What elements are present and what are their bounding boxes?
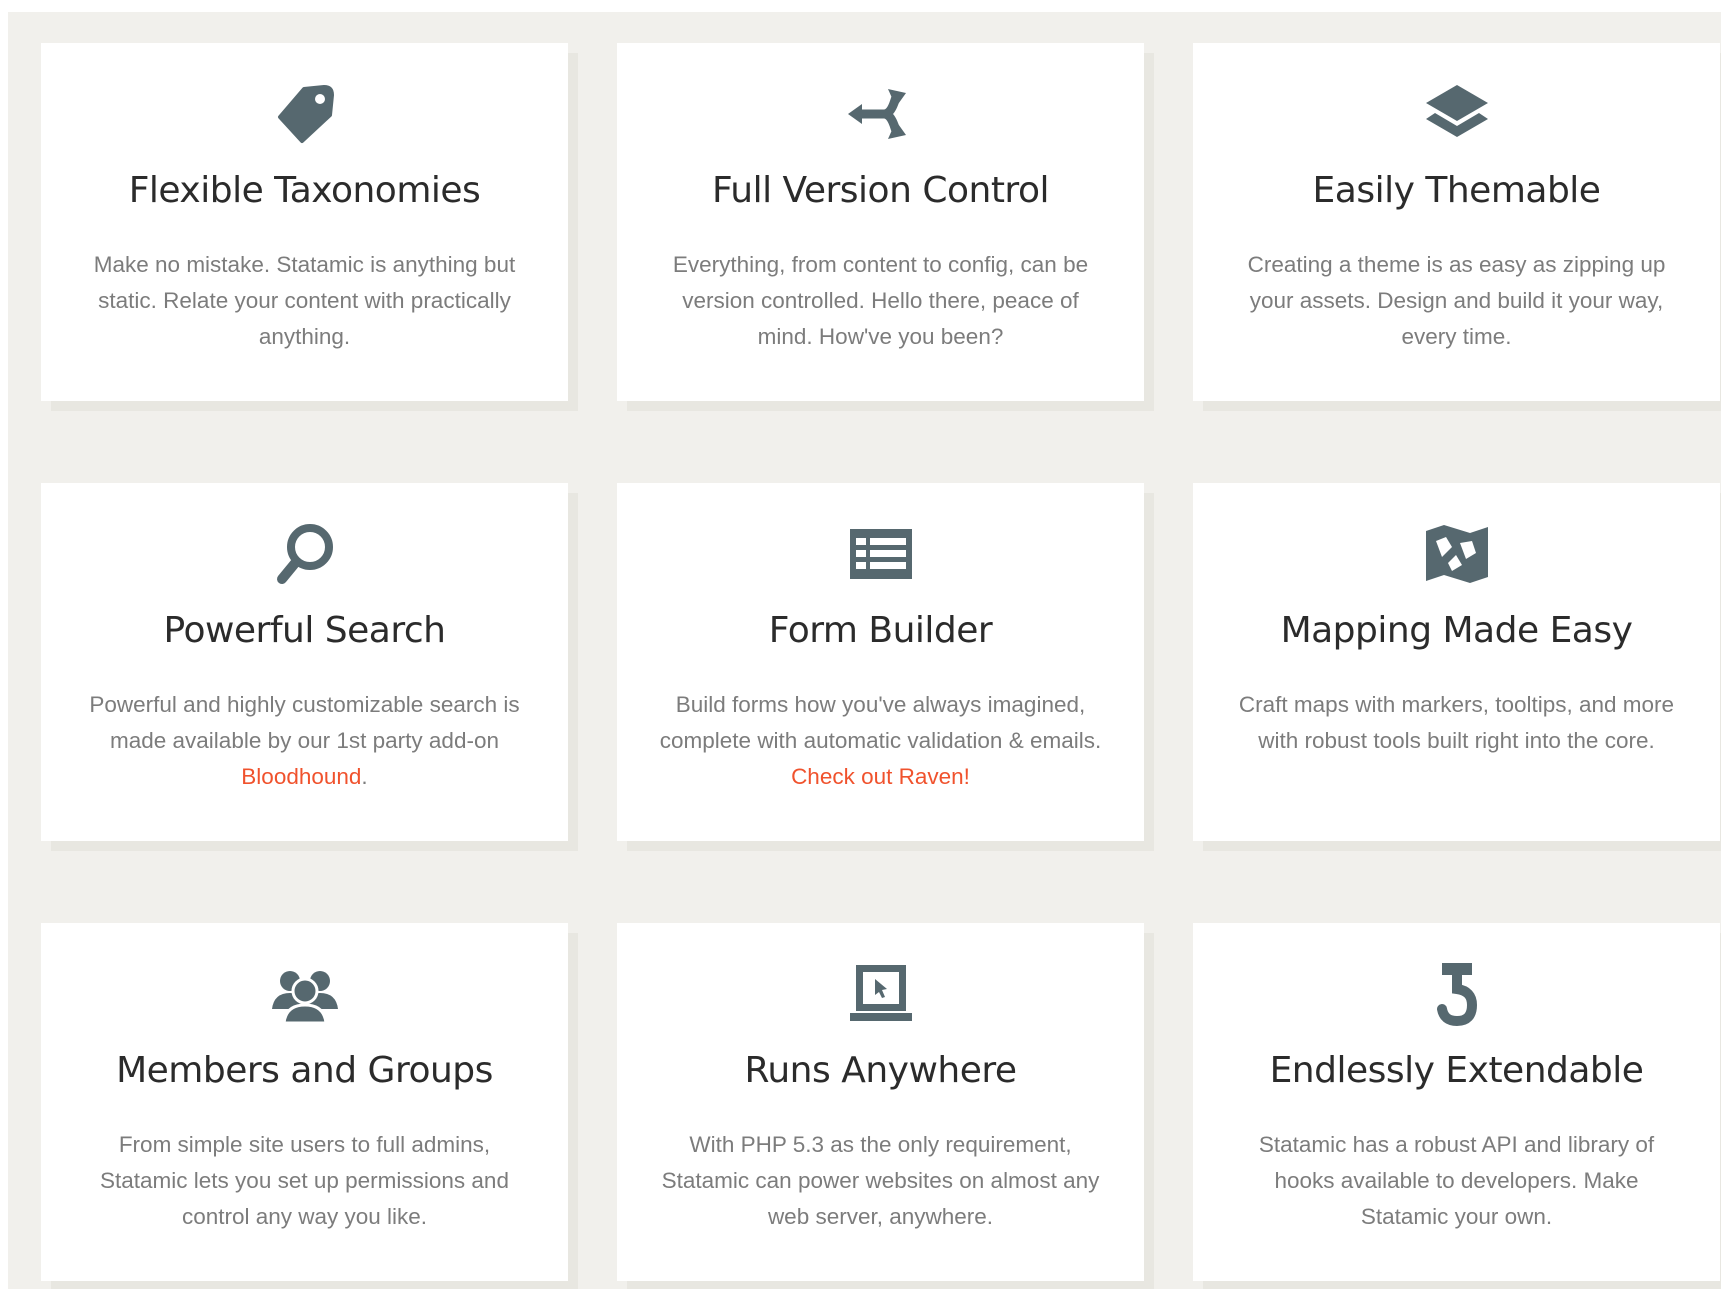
laptop-icon bbox=[846, 959, 916, 1029]
feature-description: Powerful and highly customizable search … bbox=[81, 687, 528, 795]
description-text: Powerful and highly customizable search … bbox=[89, 692, 520, 753]
feature-card-easily-themable: Easily Themable Creating a theme is as e… bbox=[1193, 43, 1720, 401]
users-icon bbox=[270, 959, 340, 1029]
feature-title: Endlessly Extendable bbox=[1269, 1050, 1644, 1091]
check-out-raven-link[interactable]: Check out Raven! bbox=[791, 764, 970, 789]
feature-description: Craft maps with markers, tooltips, and m… bbox=[1238, 692, 1675, 753]
form-table-icon bbox=[846, 519, 916, 589]
feature-title: Runs Anywhere bbox=[744, 1050, 1017, 1091]
tag-icon bbox=[270, 79, 340, 149]
hook-icon bbox=[1422, 959, 1492, 1029]
map-icon bbox=[1422, 519, 1492, 589]
feature-card-flexible-taxonomies: Flexible Taxonomies Make no mistake. Sta… bbox=[41, 43, 568, 401]
feature-description: Everything, from content to config, can … bbox=[672, 252, 1089, 349]
feature-description: From simple site users to full admins, S… bbox=[100, 1132, 509, 1229]
feature-title: Easily Themable bbox=[1312, 170, 1601, 211]
feature-card-members-and-groups: Members and Groups From simple site user… bbox=[41, 923, 568, 1281]
feature-title: Flexible Taxonomies bbox=[128, 170, 481, 211]
feature-description: Statamic has a robust API and library of… bbox=[1258, 1132, 1655, 1229]
feature-description: Build forms how you've always imagined, … bbox=[657, 687, 1104, 795]
feature-card-endlessly-extendable: Endlessly Extendable Statamic has a robu… bbox=[1193, 923, 1720, 1281]
feature-card-powerful-search: Powerful Search Powerful and highly cust… bbox=[41, 483, 568, 841]
feature-description: With PHP 5.3 as the only requirement, St… bbox=[661, 1132, 1100, 1229]
layers-icon bbox=[1422, 79, 1492, 149]
feature-card-runs-anywhere: Runs Anywhere With PHP 5.3 as the only r… bbox=[617, 923, 1144, 1281]
feature-title: Full Version Control bbox=[712, 170, 1049, 211]
feature-description: Creating a theme is as easy as zipping u… bbox=[1247, 252, 1666, 349]
search-icon bbox=[270, 519, 340, 589]
fork-arrows-icon bbox=[846, 79, 916, 149]
feature-title: Powerful Search bbox=[163, 610, 446, 651]
feature-description: Make no mistake. Statamic is anything bu… bbox=[93, 252, 516, 349]
description-text: Build forms how you've always imagined, … bbox=[659, 692, 1102, 753]
bloodhound-link[interactable]: Bloodhound bbox=[241, 764, 361, 789]
feature-title: Mapping Made Easy bbox=[1280, 610, 1633, 651]
feature-card-full-version-control: Full Version Control Everything, from co… bbox=[617, 43, 1144, 401]
feature-card-mapping-made-easy: Mapping Made Easy Craft maps with marker… bbox=[1193, 483, 1720, 841]
feature-title: Form Builder bbox=[768, 610, 993, 651]
feature-title: Members and Groups bbox=[116, 1050, 493, 1091]
description-end: . bbox=[361, 764, 368, 789]
feature-card-form-builder: Form Builder Build forms how you've alwa… bbox=[617, 483, 1144, 841]
features-section: Flexible Taxonomies Make no mistake. Sta… bbox=[8, 12, 1721, 1289]
